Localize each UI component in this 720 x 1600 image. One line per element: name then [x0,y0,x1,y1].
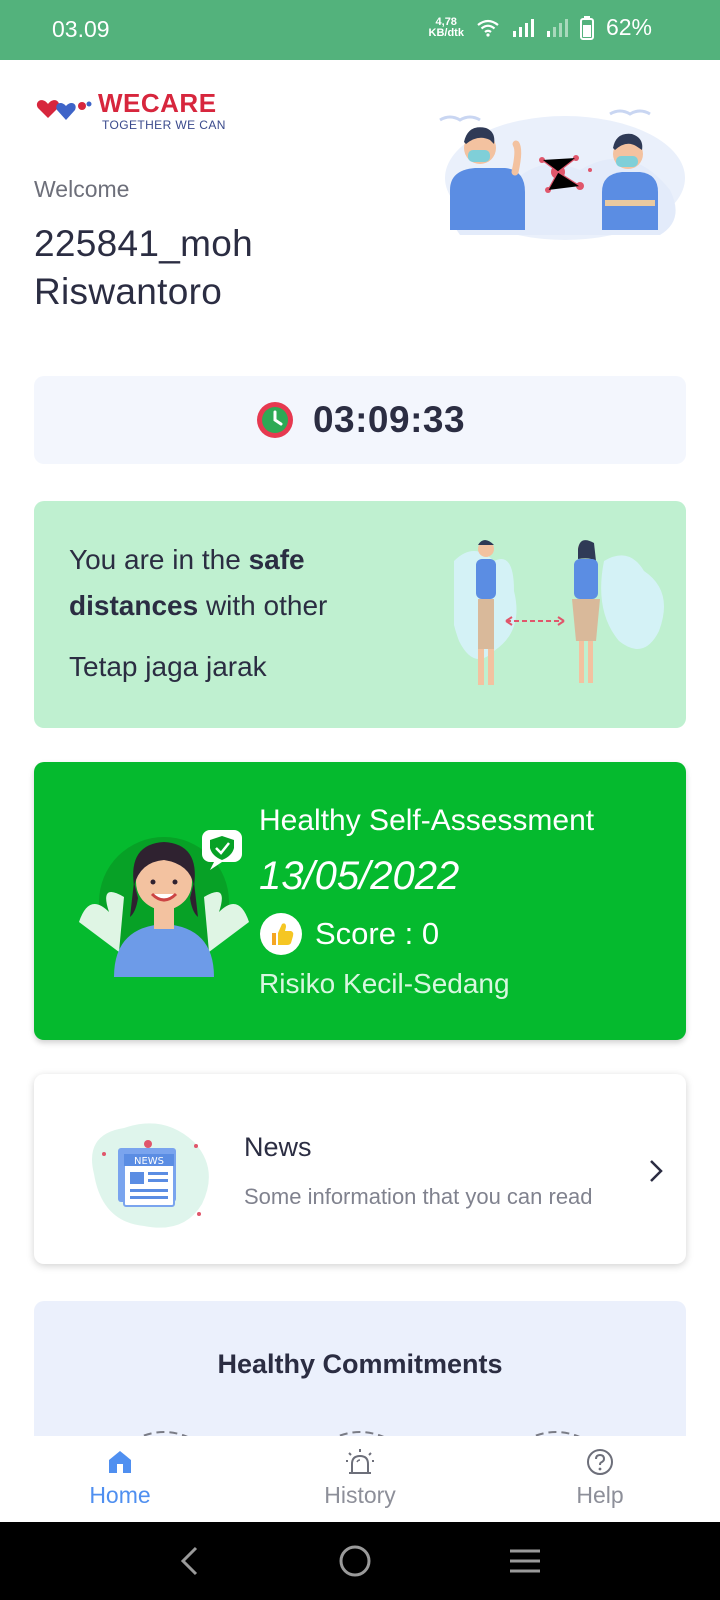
clock-icon [256,402,293,438]
wifi-icon [477,19,499,37]
nav-help-label: Help [576,1482,624,1508]
social-distance-illustration [454,540,664,685]
masked-people-illustration [439,109,685,240]
news-subtitle: Some information that you can read [244,1184,593,1209]
wecare-logo: WECARE TOGETHER WE CAN [34,90,226,132]
thumbs-up-icon [260,913,302,955]
assessment-title: Healthy Self-Assessment [259,804,595,837]
news-badge-label: NEWS [134,1156,164,1167]
recent-apps-icon[interactable] [508,1548,542,1574]
woman-avatar-illustration [79,830,249,977]
score-row: Score : 0 [259,912,439,956]
user-name: 225841_moh Riswantoro [34,223,254,312]
bottom-navigation: Home History Help [0,1436,720,1522]
alarm-icon [346,1449,374,1474]
chevron-right-icon[interactable] [648,1158,664,1184]
back-icon[interactable] [178,1545,202,1577]
assessment-date: 13/05/2022 [259,854,460,898]
home-icon [109,1451,131,1473]
nav-home-label: Home [89,1482,151,1508]
commitments-title: Healthy Commitments [217,1349,503,1379]
nav-home[interactable]: Home [0,1436,240,1522]
safe-distance-card: You are in the safe distances with other … [34,501,686,728]
safe-distance-message: You are in the safe distances with other [69,544,328,621]
nav-help[interactable]: Help [480,1436,720,1522]
status-icons: 4,78 KB/dtk 62% [429,14,653,41]
signal-weak-icon [546,18,568,37]
timer-value: 03:09:33 [312,399,466,440]
safe-distance-reminder: Tetap jaga jarak [69,651,267,682]
battery-percentage: 62% [605,14,652,40]
help-icon [587,1449,613,1475]
home-circle-icon[interactable] [338,1544,372,1578]
hearts-logo-icon [36,100,92,120]
risk-level: Risiko Kecil-Sedang [259,968,510,999]
battery-icon [579,15,594,40]
news-card[interactable]: NEWS News Some information that you can … [34,1074,686,1264]
brand-name: WECARE [98,88,217,118]
nav-history-label: History [324,1482,396,1508]
welcome-label: Welcome [34,176,130,202]
news-title: News [244,1132,312,1162]
self-assessment-card[interactable]: Healthy Self-Assessment 13/05/2022 Score… [34,762,686,1040]
status-bar: 03.09 4,78 KB/dtk 62% [0,0,720,60]
nav-history[interactable]: History [240,1436,480,1522]
status-time: 03.09 [52,16,110,42]
score-value: Score : 0 [315,916,440,951]
system-navigation-bar [0,1522,720,1600]
brand-tagline: TOGETHER WE CAN [102,118,226,132]
newspaper-illustration: NEWS [92,1123,209,1228]
timer-card: 03:09:33 [34,376,686,464]
network-speed: 4,78 KB/dtk [428,15,464,39]
healthy-commitments-card: Healthy Commitments [34,1301,686,1441]
signal-icon [512,18,534,37]
